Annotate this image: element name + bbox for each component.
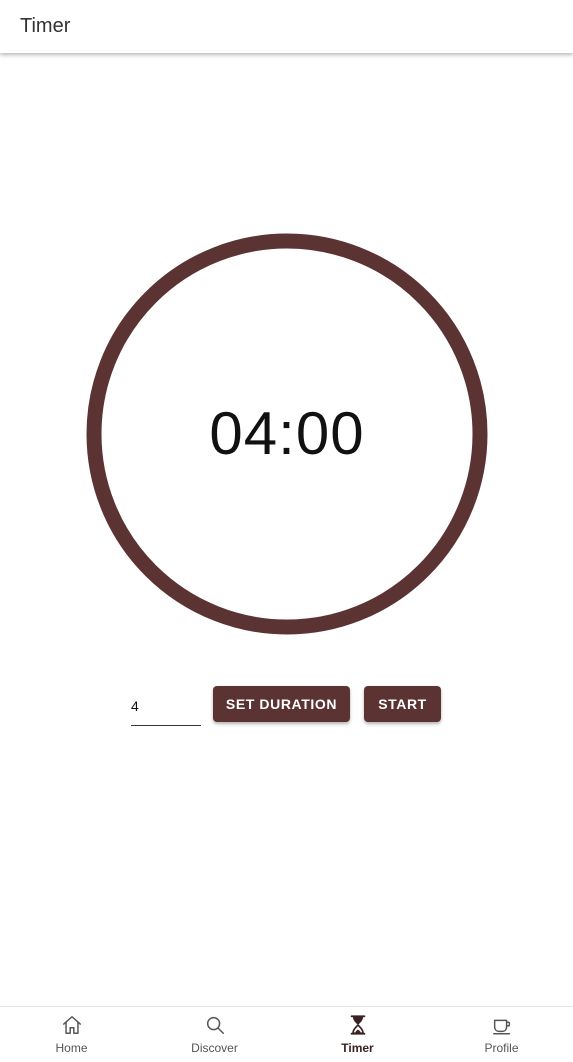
app-bar: Timer [0, 0, 573, 53]
hourglass-icon [350, 1015, 365, 1035]
timer-screen: Timer 04:00 SET DURATION START Home Disc… [0, 0, 573, 1062]
search-icon [206, 1016, 224, 1034]
nav-label-home: Home [55, 1041, 88, 1055]
timer-controls: SET DURATION START [0, 686, 573, 726]
nav-label-profile: Profile [484, 1041, 519, 1055]
nav-label-discover: Discover [191, 1041, 238, 1055]
duration-input[interactable] [131, 686, 201, 726]
bottom-navigation: Home Discover Timer Profile [0, 1006, 573, 1062]
nav-item-home[interactable]: Home [0, 1007, 143, 1062]
coffee-cup-icon [492, 1019, 510, 1035]
nav-item-timer[interactable]: Timer [286, 1007, 429, 1062]
set-duration-button[interactable]: SET DURATION [213, 686, 350, 722]
nav-item-discover[interactable]: Discover [143, 1007, 286, 1062]
home-icon [62, 1016, 81, 1034]
start-button[interactable]: START [364, 686, 441, 722]
nav-label-timer: Timer [341, 1041, 374, 1055]
nav-item-profile[interactable]: Profile [430, 1007, 573, 1062]
page-title: Timer [20, 15, 71, 37]
timer-display: 04:00 [209, 400, 365, 467]
